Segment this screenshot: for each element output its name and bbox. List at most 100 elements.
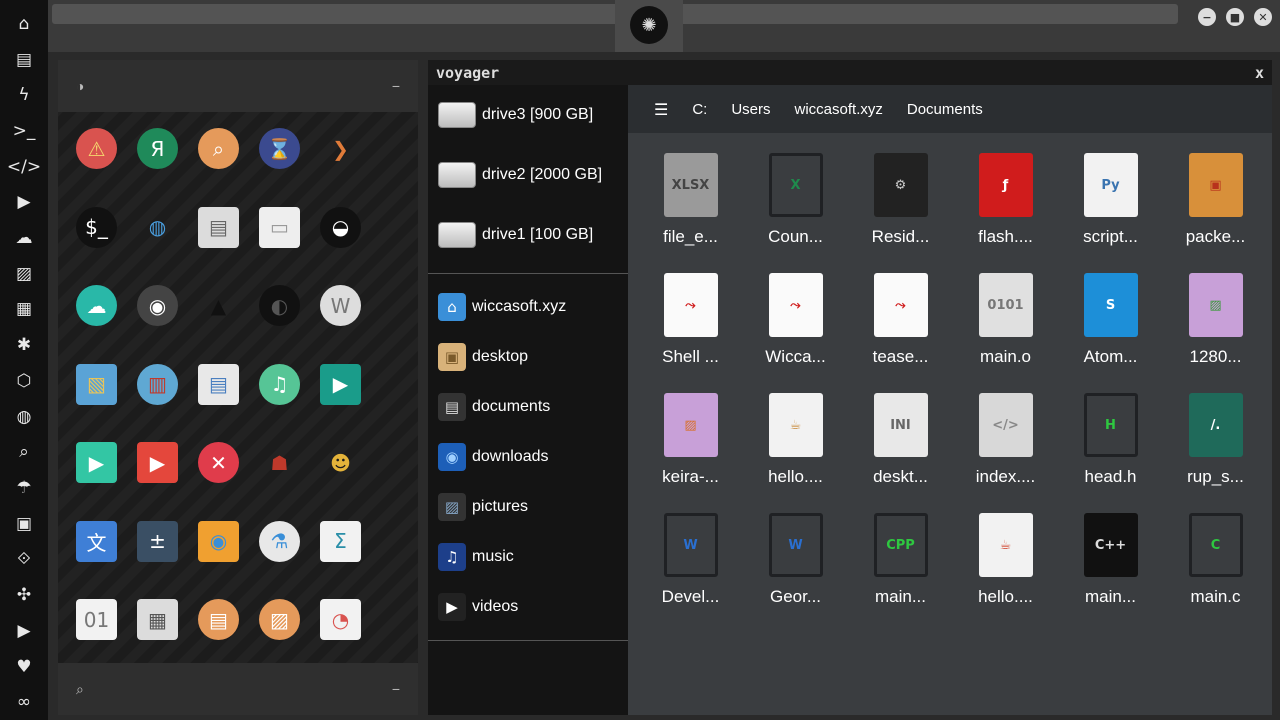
search-icon[interactable]: ⌕ <box>76 681 84 698</box>
place-item[interactable]: ⌂ wiccasoft.xyz <box>428 282 628 332</box>
contrast-icon[interactable]: ◑ <box>76 78 84 94</box>
drive-item[interactable]: drive2 [2000 GB] <box>428 145 628 205</box>
books-icon[interactable]: ▥ <box>137 363 178 405</box>
iron-man-icon[interactable]: ☗ <box>259 442 300 483</box>
file-item[interactable]: X Coun... <box>743 151 848 253</box>
expand-icon[interactable]: ✣ <box>0 577 48 613</box>
world-map-icon[interactable]: ▧ <box>76 363 117 405</box>
place-item[interactable]: ♫ music <box>428 532 628 582</box>
file-item[interactable]: ⤳ Wicca... <box>743 271 848 373</box>
breadcrumb-item[interactable]: C: <box>692 101 707 118</box>
magnifier-icon[interactable]: ⌕ <box>198 128 239 169</box>
hourglass-icon[interactable]: ⌛ <box>259 128 300 169</box>
link-icon[interactable]: ⟐ <box>0 542 48 578</box>
window-icon[interactable]: ▭ <box>259 206 300 248</box>
place-item[interactable]: ▨ pictures <box>428 482 628 532</box>
cloud-icon[interactable]: ☁ <box>0 220 48 256</box>
github-icon[interactable]: ◉ <box>137 285 178 326</box>
home-icon[interactable]: ⌂ <box>0 6 48 42</box>
place-item[interactable]: ▤ documents <box>428 382 628 432</box>
file-item[interactable]: CPP main... <box>848 511 953 613</box>
terminal-icon[interactable]: >_ <box>0 113 48 149</box>
binary-file-icon[interactable]: 01 <box>76 599 117 640</box>
close-circle-icon[interactable]: ✕ <box>198 442 239 483</box>
file-item[interactable]: W Geor... <box>743 511 848 613</box>
flask-icon[interactable]: ⚗ <box>259 520 300 562</box>
place-item[interactable]: ◉ downloads <box>428 432 628 482</box>
file-item[interactable]: ▣ packe... <box>1163 151 1268 253</box>
scanner-icon[interactable]: ▤ <box>198 206 239 248</box>
file-item[interactable]: ⚙ Resid... <box>848 151 953 253</box>
death-star-icon[interactable]: ◐ <box>259 285 300 326</box>
film-icon[interactable]: ▶ <box>320 363 361 405</box>
logo-tab[interactable]: ✺ <box>615 0 683 52</box>
file-item[interactable]: Py script... <box>1058 151 1163 253</box>
file-item[interactable]: Cmain.c <box>1163 511 1268 613</box>
news-icon[interactable]: ▦ <box>0 292 48 328</box>
photo-viewer-icon[interactable]: ◉ <box>198 520 239 562</box>
terminal-circle-icon[interactable]: $_ <box>76 206 117 248</box>
picture-icon[interactable]: ▨ <box>259 599 300 640</box>
cloud-lock-icon[interactable]: ☁ <box>76 285 117 326</box>
collapse-button[interactable]: − <box>392 78 400 94</box>
image-icon[interactable]: ▨ <box>0 256 48 292</box>
bed-icon[interactable]: ◒ <box>320 206 361 248</box>
star-badge-icon[interactable]: ✱ <box>0 327 48 363</box>
close-window-button[interactable]: x <box>1255 64 1264 82</box>
file-item[interactable]: ☕ hello.... <box>953 511 1058 613</box>
file-item[interactable]: ▨ keira-... <box>638 391 743 493</box>
hexagon-icon[interactable]: ⬡ <box>0 363 48 399</box>
file-item[interactable]: XLSX file_e... <box>638 151 743 253</box>
translate-icon[interactable]: 文 <box>76 520 117 562</box>
starfleet-icon[interactable]: ▲ <box>198 285 239 326</box>
globe-icon[interactable]: ◍ <box>0 399 48 435</box>
document-icon[interactable]: ▤ <box>0 42 48 78</box>
file-item[interactable]: ⤳ Shell ... <box>638 271 743 373</box>
file-item[interactable]: S Atom... <box>1058 271 1163 373</box>
close-button[interactable]: ✕ <box>1254 8 1272 26</box>
infinity-cloud-icon[interactable]: ∞ <box>0 684 48 720</box>
text-file-icon[interactable]: ▤ <box>198 599 239 640</box>
collapse-button[interactable]: − <box>392 681 400 697</box>
yandex-icon[interactable]: Я <box>137 128 178 169</box>
contact-icon[interactable]: ▣ <box>0 506 48 542</box>
heart-icon[interactable]: ♥ <box>0 649 48 685</box>
arrow-right-icon[interactable]: ❯ <box>320 128 361 169</box>
maximize-button[interactable]: ■ <box>1226 8 1244 26</box>
play-icon[interactable]: ▶ <box>0 185 48 221</box>
breadcrumb-item[interactable]: Users <box>731 101 770 118</box>
youtube-icon[interactable]: ▶ <box>0 613 48 649</box>
drive-item[interactable]: drive3 [900 GB] <box>428 85 628 145</box>
file-item[interactable]: ☕ hello.... <box>743 391 848 493</box>
file-item[interactable]: INI deskt... <box>848 391 953 493</box>
web-browser-icon[interactable]: ◍ <box>137 207 178 248</box>
drive-item[interactable]: drive1 [100 GB] <box>428 205 628 265</box>
place-item[interactable]: ▣ desktop <box>428 332 628 382</box>
wikipedia-icon[interactable]: W <box>320 285 361 326</box>
file-item[interactable]: C++ main... <box>1058 511 1163 613</box>
menu-icon[interactable]: ☰ <box>654 100 668 119</box>
file-item[interactable]: Hhead.h <box>1058 391 1163 493</box>
file-item[interactable]: ⤳ tease... <box>848 271 953 373</box>
c3po-icon[interactable]: ☻ <box>320 442 361 483</box>
math-doc-icon[interactable]: Σ <box>320 520 361 562</box>
file-item[interactable]: 0101 main.o <box>953 271 1058 373</box>
keyboard-icon[interactable]: ▦ <box>137 599 178 640</box>
umbrella-icon[interactable]: ☂ <box>0 470 48 506</box>
code-icon[interactable]: </> <box>0 149 48 185</box>
archive-file-icon[interactable]: ▤ <box>198 363 239 405</box>
warning-icon[interactable]: ⚠ <box>76 128 117 169</box>
file-item[interactable]: ▨ 1280... <box>1163 271 1268 373</box>
video-icon[interactable]: ▶ <box>137 442 178 483</box>
breadcrumb-item[interactable]: wiccasoft.xyz <box>795 101 883 118</box>
presentation-icon[interactable]: ◔ <box>320 599 361 640</box>
file-item[interactable]: /. rup_s... <box>1163 391 1268 493</box>
minimize-button[interactable]: − <box>1198 8 1216 26</box>
calculator-icon[interactable]: ± <box>137 520 178 562</box>
file-item[interactable]: ƒ flash.... <box>953 151 1058 253</box>
media-player-icon[interactable]: ▶ <box>76 442 117 483</box>
search-icon[interactable]: ⌕ <box>0 434 48 470</box>
place-item[interactable]: ▶ videos <box>428 582 628 632</box>
file-item[interactable]: W Devel... <box>638 511 743 613</box>
music-note-icon[interactable]: ♫ <box>259 363 300 405</box>
